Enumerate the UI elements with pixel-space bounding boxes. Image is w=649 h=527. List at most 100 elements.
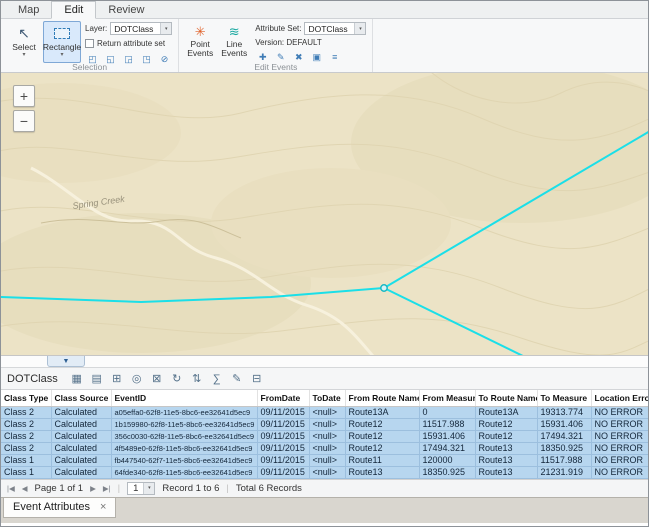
table-cell: <null> [309, 418, 345, 430]
route-junction-point[interactable] [381, 285, 387, 291]
table-cell: 15931.406 [419, 430, 475, 442]
table-cell: 1b159980-62f8-11e5-8bc6-ee32641d5ec9 [111, 418, 257, 430]
map-canvas: Spring Creek [1, 73, 648, 356]
table-row[interactable]: Class 2 Calculated 4f5489e0-62f8-11e5-8b… [1, 442, 649, 454]
column-header[interactable]: FromDate [257, 390, 309, 406]
selection-group: ↖ Select ▾ Rectangle ▾ Layer: DOTClass ▾ [1, 19, 179, 72]
table-cell: Route13 [475, 442, 537, 454]
table-row[interactable]: Class 1 Calculated 64fde340-62f8-11e5-8b… [1, 466, 649, 478]
chevron-down-icon: ▾ [160, 23, 171, 34]
next-page-button[interactable]: ▶ [90, 484, 96, 493]
refresh-icon[interactable]: ↻ [168, 370, 186, 388]
table-cell: Class 2 [1, 418, 51, 430]
panel-collapse-strip: ▼ [1, 356, 648, 368]
chevron-down-icon: ▾ [354, 23, 365, 34]
attribute-panel-toolbar: DOTClass ▦ ▤ ⊞ ◎ ⊠ ↻ ⇅ ∑ ✎ ⊟ [1, 368, 648, 390]
table-cell: NO ERROR [591, 466, 649, 478]
column-header[interactable]: From Measure [419, 390, 475, 406]
pan-to-selection-icon[interactable]: ◎ [128, 370, 146, 388]
table-cell: 09/11/2015 [257, 430, 309, 442]
tab-review[interactable]: Review [96, 2, 156, 18]
column-header[interactable]: Class Type [1, 390, 51, 406]
table-row[interactable]: Class 2 Calculated a05effa0-62f8-11e5-8b… [1, 406, 649, 418]
table-cell: 356c0030-62f8-11e5-8bc6-ee32641d5ec9 [111, 430, 257, 442]
table-cell: a05effa0-62f8-11e5-8bc6-ee32641d5ec9 [111, 406, 257, 418]
table-row[interactable]: Class 2 Calculated 1b159980-62f8-11e5-8b… [1, 418, 649, 430]
table-cell: Calculated [51, 466, 111, 478]
table-cell: 17494.321 [419, 442, 475, 454]
column-header[interactable]: Location Error [591, 390, 649, 406]
event-attributes-table: Class Type Class Source EventID FromDate… [1, 390, 649, 479]
table-cell: Route13 [345, 466, 419, 478]
table-cell: Route13 [475, 454, 537, 466]
column-header[interactable]: To Measure [537, 390, 591, 406]
first-page-button[interactable]: |◀ [7, 484, 15, 493]
table-cell: 120000 [419, 454, 475, 466]
table-options-icon[interactable]: ▦ [68, 370, 86, 388]
previous-page-button[interactable]: ◀ [22, 484, 28, 493]
select-button[interactable]: ↖ Select ▾ [5, 21, 43, 63]
table-cell: Route12 [475, 430, 537, 442]
column-header[interactable]: From Route Name [345, 390, 419, 406]
table-cell: <null> [309, 406, 345, 418]
page-number-select[interactable]: 1 ▾ [127, 482, 155, 495]
table-cell: Calculated [51, 442, 111, 454]
version-label: Version: [255, 38, 284, 47]
bottom-tab-bar: Event Attributes × [1, 497, 648, 523]
table-cell: 09/11/2015 [257, 466, 309, 478]
statistics-icon[interactable]: ∑ [208, 370, 226, 388]
show-selected-records-icon[interactable]: ▤ [88, 370, 106, 388]
table-cell: 19313.774 [537, 406, 591, 418]
collapse-panel-tab[interactable]: ▼ [47, 356, 85, 367]
table-cell: Route13A [345, 406, 419, 418]
table-cell: Class 2 [1, 430, 51, 442]
close-icon[interactable]: × [100, 502, 106, 513]
column-header[interactable]: ToDate [309, 390, 345, 406]
return-attribute-set-checkbox[interactable] [85, 39, 94, 48]
map-view[interactable]: Spring Creek + − [1, 73, 648, 356]
table-row[interactable]: Class 1 Calculated fb447540-62f7-11e5-8b… [1, 454, 649, 466]
zoom-to-selection-icon[interactable]: ⊞ [108, 370, 126, 388]
layer-label: Layer: [85, 24, 107, 33]
clear-selection-icon[interactable]: ⊠ [148, 370, 166, 388]
rectangle-button[interactable]: Rectangle ▾ [43, 21, 81, 63]
point-events-button[interactable]: ✳ Point Events [183, 21, 217, 63]
table-cell: Class 1 [1, 454, 51, 466]
last-page-button[interactable]: ▶| [103, 484, 111, 493]
tab-event-attributes[interactable]: Event Attributes × [3, 498, 116, 518]
zoom-in-button[interactable]: + [13, 85, 35, 107]
table-cell: 17494.321 [537, 430, 591, 442]
selection-options: Layer: DOTClass ▾ Return attribute set ◰… [85, 21, 172, 66]
edit-record-icon[interactable]: ✎ [228, 370, 246, 388]
table-cell: Class 2 [1, 406, 51, 418]
collapse-panel-icon[interactable]: ⊟ [248, 370, 266, 388]
selection-group-label: Selection [1, 62, 178, 72]
table-cell: Route11 [345, 454, 419, 466]
column-header[interactable]: Class Source [51, 390, 111, 406]
table-row[interactable]: Class 2 Calculated 356c0030-62f8-11e5-8b… [1, 430, 649, 442]
table-cell: NO ERROR [591, 454, 649, 466]
table-cell: Route13A [475, 406, 537, 418]
layer-select[interactable]: DOTClass ▾ [110, 22, 172, 35]
line-events-label: Line Events [217, 40, 251, 58]
column-header[interactable]: EventID [111, 390, 257, 406]
column-header[interactable]: To Route Name [475, 390, 537, 406]
table-cell: <null> [309, 442, 345, 454]
table-cell: NO ERROR [591, 430, 649, 442]
table-cell: 09/11/2015 [257, 454, 309, 466]
attribute-set-select[interactable]: DOTClass ▾ [304, 22, 366, 35]
table-pager: |◀ ◀ Page 1 of 1 ▶ ▶| | 1 ▾ Record 1 to … [1, 479, 648, 497]
point-events-icon: ✳ [195, 23, 206, 40]
return-attribute-set-label: Return attribute set [97, 39, 165, 48]
table-cell: 15931.406 [537, 418, 591, 430]
table-cell: 64fde340-62f8-11e5-8bc6-ee32641d5ec9 [111, 466, 257, 478]
select-cursor-icon: ↖ [18, 24, 30, 42]
table-cell: 09/11/2015 [257, 442, 309, 454]
line-events-button[interactable]: ≋ Line Events [217, 21, 251, 63]
zoom-out-button[interactable]: − [13, 110, 35, 132]
tab-map[interactable]: Map [6, 2, 51, 18]
sort-icon[interactable]: ⇅ [188, 370, 206, 388]
attribute-set-label: Attribute Set: [255, 24, 301, 33]
collapse-caret-icon: ▼ [63, 358, 70, 365]
tab-edit[interactable]: Edit [51, 1, 96, 19]
